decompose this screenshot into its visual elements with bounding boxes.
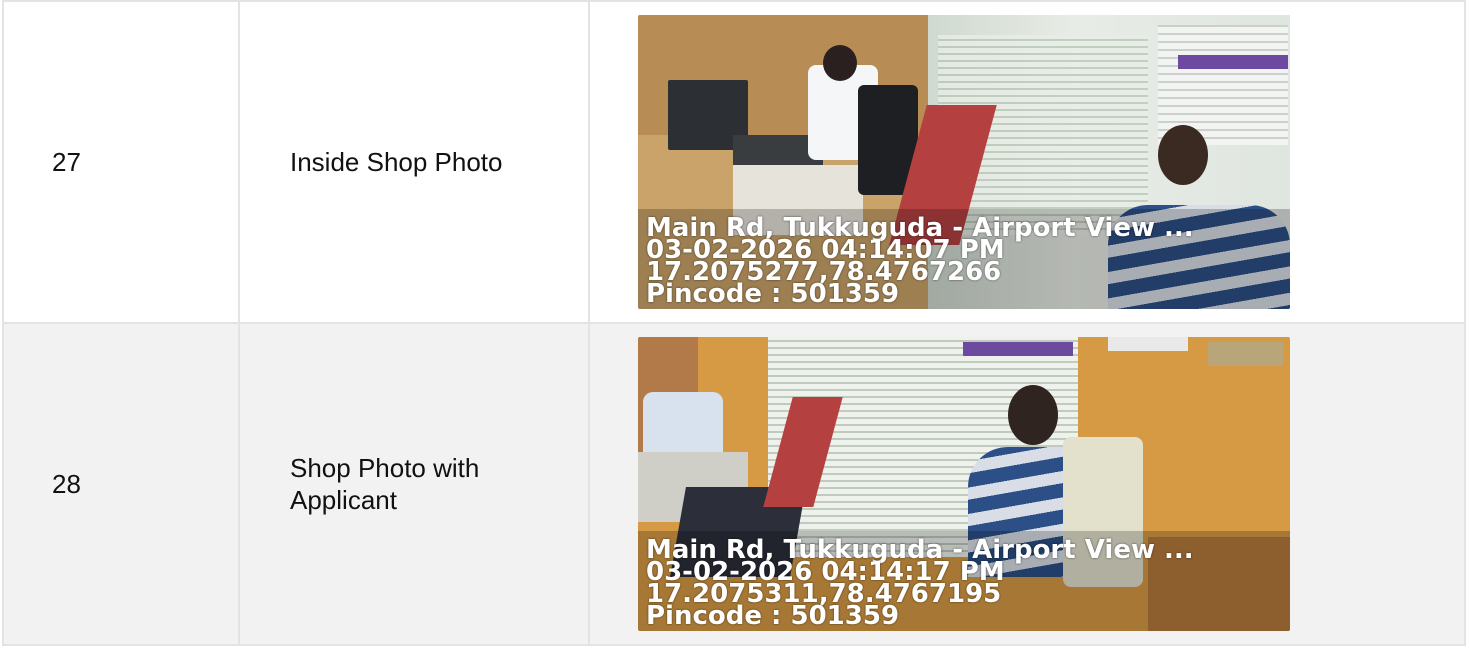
shop-photo-with-applicant[interactable]: Main Rd, Tukkuguda - Airport View ... 03… — [638, 337, 1290, 631]
row-label: Shop Photo with Applicant — [238, 322, 590, 646]
photo-cell: Main Rd, Tukkuguda - Airport View ... 03… — [588, 0, 1466, 324]
geo-stamp: Main Rd, Tukkuguda - Airport View ... 03… — [646, 537, 1194, 629]
row-number: 28 — [2, 322, 240, 646]
row-label: Inside Shop Photo — [238, 0, 590, 324]
photo-table: 27 Inside Shop Photo Main Rd, Tukkuguda … — [2, 0, 1466, 646]
photo-cell: Main Rd, Tukkuguda - Airport View ... 03… — [588, 322, 1466, 646]
geo-stamp: Main Rd, Tukkuguda - Airport View ... 03… — [646, 215, 1194, 307]
row-number: 27 — [2, 0, 240, 324]
inside-shop-photo[interactable]: Main Rd, Tukkuguda - Airport View ... 03… — [638, 15, 1290, 309]
table-row: 27 Inside Shop Photo Main Rd, Tukkuguda … — [2, 0, 1466, 324]
table-row: 28 Shop Photo with Applicant Main Rd, Tu… — [2, 322, 1466, 646]
